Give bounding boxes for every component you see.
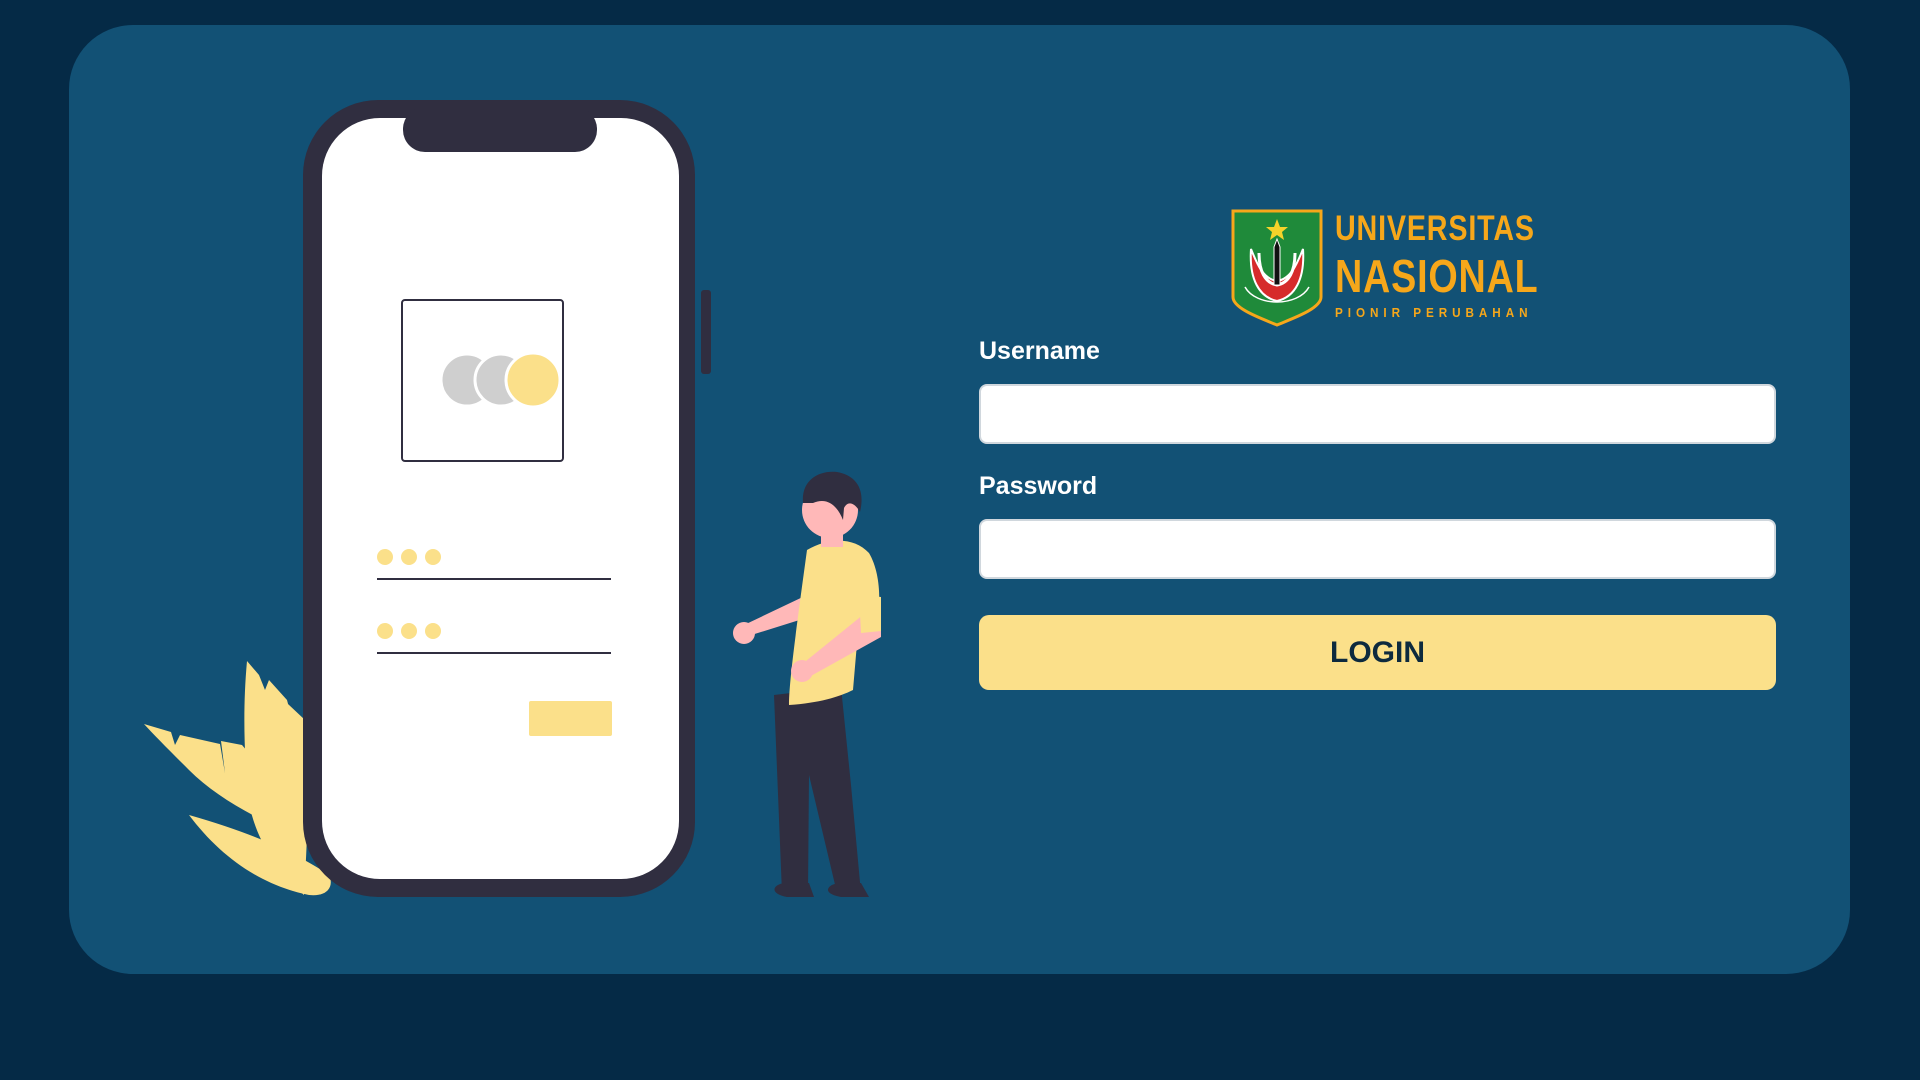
login-button[interactable]: LOGIN xyxy=(979,615,1776,690)
logo-line-nasional: NASIONAL xyxy=(1335,250,1539,302)
username-label: Username xyxy=(979,337,1100,365)
login-card: UNIVERSITAS NASIONAL PIONIR PERUBAHAN Us… xyxy=(69,25,1850,974)
university-logo: UNIVERSITAS NASIONAL PIONIR PERUBAHAN xyxy=(1231,183,1561,333)
person-icon xyxy=(733,471,881,897)
smartphone-icon xyxy=(303,100,711,897)
login-illustration xyxy=(144,100,881,897)
university-emblem-icon xyxy=(1231,209,1323,327)
logo-tagline: PIONIR PERUBAHAN xyxy=(1335,305,1533,320)
password-input[interactable] xyxy=(979,519,1776,579)
plant-icon xyxy=(144,661,331,896)
password-label: Password xyxy=(979,472,1098,500)
logo-line-university: UNIVERSITAS xyxy=(1335,209,1535,248)
username-input[interactable] xyxy=(979,384,1776,444)
